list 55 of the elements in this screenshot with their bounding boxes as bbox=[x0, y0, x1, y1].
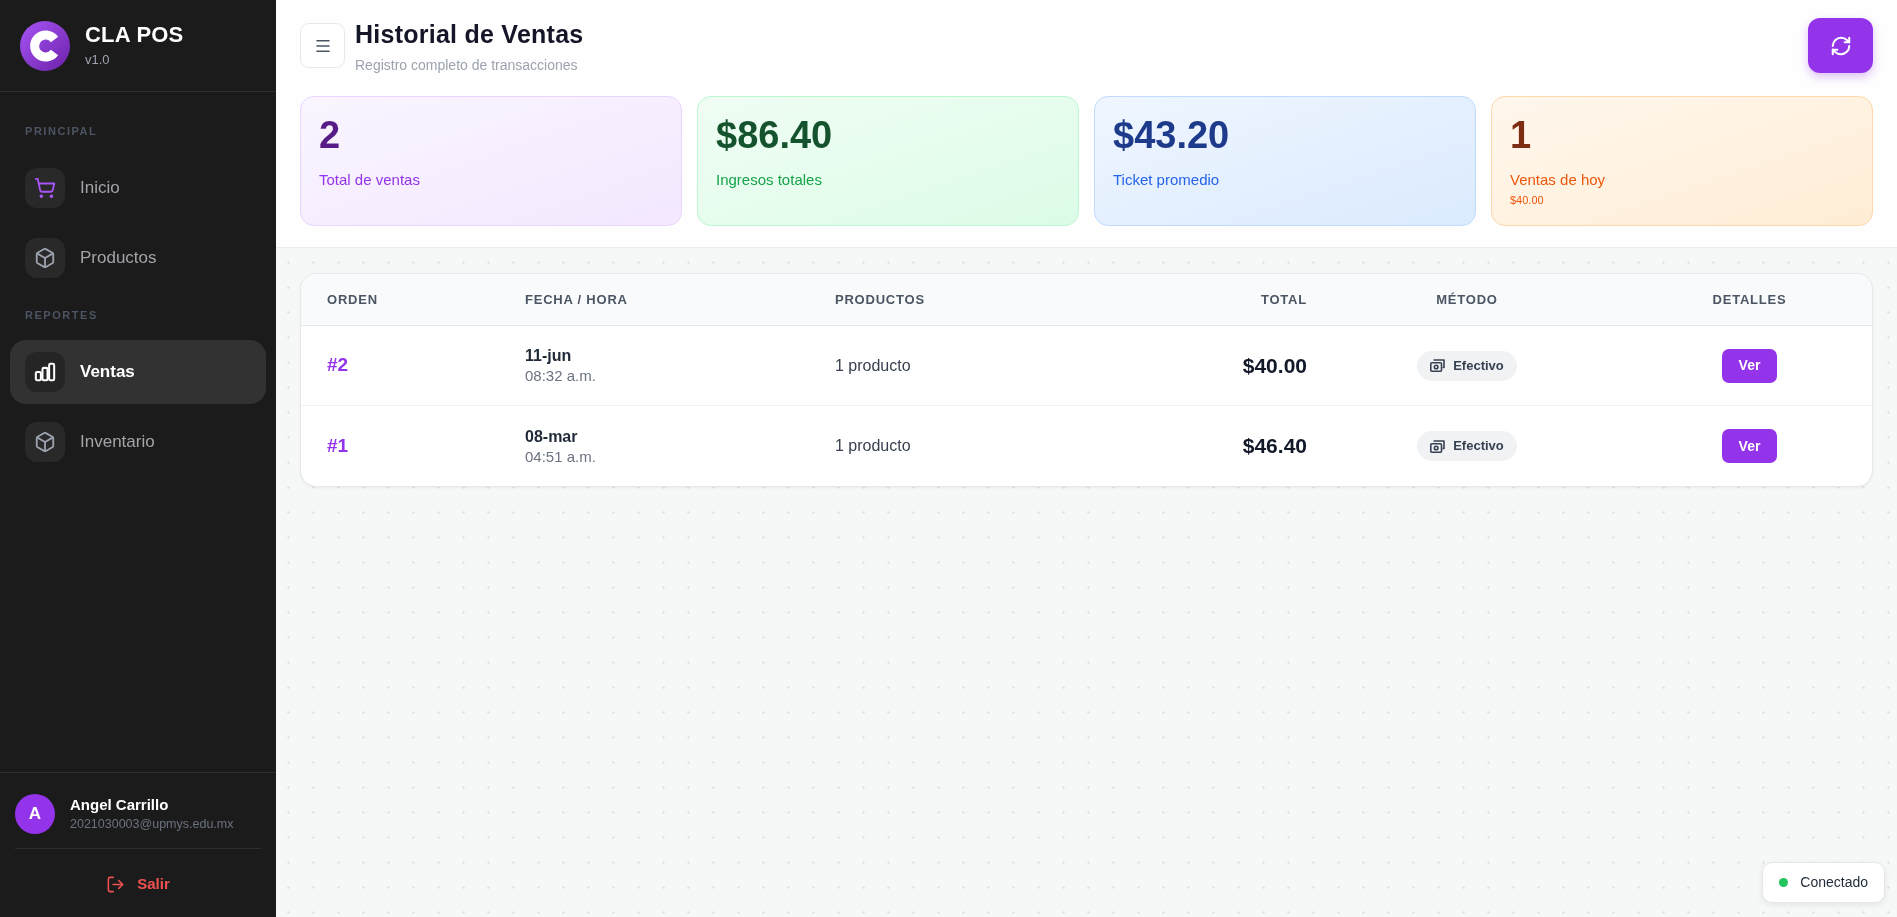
sale-date: 08-mar bbox=[525, 426, 578, 447]
stat-label: Ventas de hoy bbox=[1510, 170, 1606, 190]
stat-label: Ticket promedio bbox=[1113, 170, 1220, 190]
cart-icon bbox=[25, 168, 65, 208]
stat-label: Ingresos totales bbox=[716, 170, 822, 190]
nav-item[interactable]: Inventario bbox=[10, 410, 266, 474]
user-avatar: A bbox=[15, 794, 55, 834]
product-count: 1 producto bbox=[835, 355, 911, 376]
payment-method-label: Efectivo bbox=[1453, 356, 1504, 375]
sale-time: 04:51 a.m. bbox=[525, 446, 596, 467]
stat-value: 2 bbox=[319, 113, 341, 158]
product-count: 1 producto bbox=[835, 436, 911, 456]
refresh-button[interactable] bbox=[1808, 18, 1873, 73]
logout-icon bbox=[106, 874, 126, 894]
stat-note: $40.00 bbox=[1510, 193, 1544, 207]
brand-name: CLA POS bbox=[85, 22, 184, 48]
user-name: Angel Carrillo bbox=[70, 795, 169, 814]
page-subtitle: Registro completo de transacciones bbox=[355, 56, 578, 74]
menu-button[interactable] bbox=[300, 23, 345, 68]
banknotes-icon bbox=[1430, 439, 1446, 453]
nav-item[interactable]: Inicio bbox=[10, 156, 266, 220]
sale-total: $46.40 bbox=[1242, 433, 1307, 460]
stat-label: Total de ventas bbox=[319, 170, 420, 190]
stat-value: 1 bbox=[1510, 113, 1532, 158]
column-header: TOTAL bbox=[1260, 290, 1307, 309]
refresh-icon bbox=[1829, 34, 1852, 57]
payment-method-label: Efectivo bbox=[1453, 437, 1504, 456]
stat-value: $86.40 bbox=[716, 113, 833, 158]
cube-icon bbox=[25, 422, 65, 462]
column-header: PRODUCTOS bbox=[835, 290, 925, 309]
sale-time: 08:32 a.m. bbox=[525, 366, 596, 386]
nav-section-title: REPORTES bbox=[25, 309, 98, 322]
user-email: 2021030003@upmys.edu.mx bbox=[70, 816, 234, 833]
column-header: DETALLES bbox=[1712, 290, 1787, 309]
cube-icon bbox=[25, 238, 65, 278]
view-details-button[interactable]: Ver bbox=[1722, 348, 1777, 383]
column-header: ORDEN bbox=[327, 290, 378, 309]
page-title: Historial de Ventas bbox=[355, 19, 584, 50]
order-number: #1 bbox=[327, 433, 349, 458]
nav-section-title: PRINCIPAL bbox=[25, 125, 98, 138]
sale-date: 11-jun bbox=[525, 346, 572, 366]
nav-item[interactable]: Ventas bbox=[10, 340, 266, 404]
view-details-button[interactable]: Ver bbox=[1722, 429, 1777, 463]
logout-button[interactable]: Salir bbox=[98, 866, 178, 902]
banknotes-icon bbox=[1430, 359, 1446, 372]
column-header: FECHA / HORA bbox=[525, 290, 628, 309]
app-version: v1.0 bbox=[85, 51, 110, 69]
order-number: #2 bbox=[327, 353, 349, 378]
sale-total: $40.00 bbox=[1242, 352, 1307, 379]
nav-item[interactable]: Productos bbox=[10, 226, 266, 290]
logo-icon bbox=[20, 20, 70, 71]
connection-status-label: Conectado bbox=[1800, 873, 1868, 892]
column-header: MÉTODO bbox=[1436, 290, 1498, 309]
bar-chart-icon bbox=[25, 352, 65, 392]
stat-value: $43.20 bbox=[1113, 113, 1230, 158]
